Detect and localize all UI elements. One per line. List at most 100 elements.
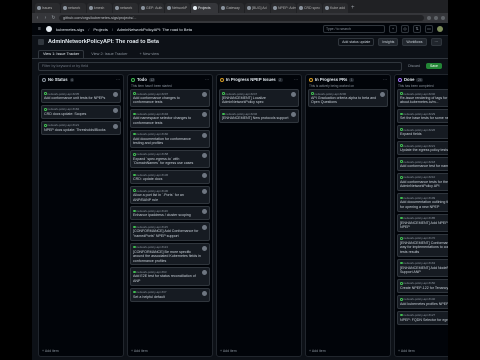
profile-icon[interactable]: [441, 16, 445, 20]
issue-card[interactable]: network-policy-api #113 [CONFORMANCE] Be …: [130, 242, 210, 266]
issue-card[interactable]: network-policy-api #37 Set a helpful defa…: [130, 287, 210, 302]
issue-card[interactable]: network-policy-api #199 Add documentation…: [397, 193, 448, 212]
card-title[interactable]: Update the egress policy tests: [400, 148, 448, 152]
issue-card[interactable]: network-policy-api #218 Add conformance t…: [397, 157, 448, 171]
issue-card[interactable]: network-policy-api #235 Add conformance u…: [41, 89, 121, 103]
browser-tab[interactable]: [BUG] Ad: [245, 3, 270, 13]
card-title[interactable]: [ENHANCEMENT] Add NodeRestrictions Suppo…: [400, 266, 448, 275]
issue-card[interactable]: network-policy-api #136 CRD: update docs: [130, 170, 210, 185]
browser-tab[interactable]: NPEP: Adm: [271, 3, 296, 13]
issue-card[interactable]: network-policy-api #170 [ENHANCEMENT] Con…: [397, 233, 448, 257]
issue-card[interactable]: network-policy-api #221 Update the egress…: [397, 141, 448, 156]
kebab-menu-icon[interactable]: ···: [205, 77, 209, 82]
issue-card[interactable]: network-policy-api #246 [ENHANCEMENT] New…: [219, 109, 299, 124]
browser-tab[interactable]: Kube add: [323, 3, 348, 13]
plus-icon[interactable]: +: [389, 25, 397, 33]
status-update-button[interactable]: Add status update: [338, 38, 375, 46]
card-title[interactable]: [ENHANCEMENT] New protocols support: [222, 116, 296, 120]
issue-card[interactable]: network-policy-api #240 Re-issue renderin…: [397, 89, 448, 108]
back-icon[interactable]: ‹: [35, 15, 40, 21]
card-title[interactable]: Re-issue rendering of tags for about.kub…: [400, 96, 448, 105]
browser-tab[interactable]: Projects: [191, 3, 218, 13]
issue-card[interactable]: network-policy-api #93 Add E2E test for s…: [130, 267, 210, 286]
card-title[interactable]: Add conformance tests for the AdminNetwo…: [400, 180, 448, 189]
kebab-menu-icon[interactable]: ···: [383, 77, 387, 82]
add-item-button[interactable]: + Add item: [220, 349, 237, 353]
issue-card[interactable]: network-policy-api #115 [CONFORMANCE] Add…: [130, 222, 210, 241]
issue-card[interactable]: network-policy-api #194 Add namespace sel…: [130, 109, 210, 128]
browser-tab[interactable]: NetworkP: [165, 3, 190, 13]
card-title[interactable]: Allow a port list in `.Ports` for an ANP…: [133, 193, 207, 202]
card-title[interactable]: API Graduation criteria alpha to beta an…: [311, 96, 385, 105]
issue-card[interactable]: network-policy-api #160 Add documentation…: [130, 129, 210, 148]
extension-icon[interactable]: [434, 16, 438, 20]
insights-button[interactable]: Insights: [378, 38, 399, 46]
card-title[interactable]: [ENHANCEMENT] Conformance: Easy way for …: [400, 241, 448, 254]
card-title[interactable]: CRD: update docs: [133, 177, 207, 181]
issue-card[interactable]: network-policy-api #226 Expand fields: [397, 125, 448, 140]
browser-tab[interactable]: Gateway: [219, 3, 244, 13]
issue-card[interactable]: network-policy-api #210 Add conformance t…: [397, 172, 448, 192]
card-title[interactable]: [CONFORMANCE] Be more specific around th…: [133, 250, 207, 263]
card-title[interactable]: Add documentation for conformance testin…: [133, 137, 207, 146]
extension-icon[interactable]: [427, 16, 431, 20]
browser-tab[interactable]: kmesh: [87, 3, 112, 13]
add-item-button[interactable]: + Add item: [131, 349, 148, 353]
filter-input[interactable]: Filter by keyword or by field: [38, 61, 403, 71]
card-title[interactable]: Expand `spec.egress.to` with `DomainName…: [133, 157, 207, 166]
issue-card[interactable]: network-policy-api #130 Allow a port list…: [130, 186, 210, 205]
card-title[interactable]: NPEP: FQDN Selector for egress: [400, 318, 448, 322]
kebab-menu-icon[interactable]: ···: [116, 77, 120, 82]
browser-tab[interactable]: network: [113, 3, 138, 13]
card-title[interactable]: Set the base tests for some netpol egres…: [400, 116, 448, 120]
forward-icon[interactable]: ›: [43, 15, 48, 21]
pull-request-icon[interactable]: ⇅: [413, 25, 421, 33]
card-title[interactable]: Add conformance changes to conformance t…: [133, 96, 207, 105]
browser-tab[interactable]: CRD spec: [297, 3, 322, 13]
add-item-button[interactable]: + Add item: [309, 349, 326, 353]
card-title[interactable]: Add namespace selector changes to confor…: [133, 116, 207, 125]
browser-tab[interactable]: GEP: Auth: [139, 3, 164, 13]
hamburger-icon[interactable]: ≡: [37, 26, 42, 32]
card-title[interactable]: Add kubernetes profiles NPEP: [400, 302, 448, 306]
issue-card[interactable]: network-policy-api #150 Create NPEP-122 f…: [397, 278, 448, 293]
card-title[interactable]: Create NPEP-122 for Tenancy API: [400, 286, 448, 290]
issue-card[interactable]: network-policy-api #163 [ENHANCEMENT] Add…: [397, 258, 448, 277]
workflows-button[interactable]: Workflows: [402, 38, 427, 46]
issue-card[interactable]: network-policy-api #158 Expand `spec.egre…: [130, 149, 210, 169]
browser-tab[interactable]: Issues: [35, 3, 60, 13]
card-title[interactable]: [CONFORMANCE] Add Conformance for "named…: [133, 229, 207, 238]
reload-icon[interactable]: ↻: [51, 15, 56, 21]
card-title[interactable]: NPEP docs update: Thresholds/Blocks: [44, 128, 118, 132]
tab-view[interactable]: + New view: [134, 50, 164, 58]
breadcrumb-section[interactable]: Projects: [93, 27, 107, 32]
save-button[interactable]: Save: [426, 63, 442, 69]
kebab-menu-icon[interactable]: ···: [294, 77, 298, 82]
tab-view[interactable]: View 1: Issue Tracker: [38, 50, 85, 58]
tab-view[interactable]: View 2: Issue Tracker: [86, 50, 132, 58]
browser-tab[interactable]: network: [61, 3, 86, 13]
kebab-menu-icon[interactable]: ···: [430, 38, 442, 46]
card-title[interactable]: [ENHANCEMENT] Localize AdminNetworkPolic…: [222, 96, 296, 105]
issues-icon[interactable]: ◎: [401, 25, 409, 33]
issue-card[interactable]: network-policy-api #229 Set the base test…: [397, 109, 448, 124]
card-title[interactable]: Add conformance test for namedPort: [400, 164, 448, 168]
issue-card[interactable]: network-policy-api #185 [ENHANCEMENT] Add…: [397, 213, 448, 232]
new-tab-icon[interactable]: +: [351, 5, 355, 11]
add-item-button[interactable]: + Add item: [42, 349, 59, 353]
issue-card[interactable]: network-policy-api #247 [ENHANCEMENT] Loc…: [219, 89, 299, 108]
github-logo-icon[interactable]: [46, 26, 52, 32]
card-title[interactable]: Add conformance unit tests for NPEPs: [44, 96, 118, 100]
issue-card[interactable]: network-policy-api #116 Enhance ipaddress…: [130, 206, 210, 221]
card-title[interactable]: CRD docs update: Scopes: [44, 112, 118, 116]
card-title[interactable]: Enhance ipaddress / cluster scoping: [133, 213, 207, 217]
breadcrumb-project[interactable]: AdminNetworkPolicyAPI: The road to Beta: [117, 27, 192, 32]
card-title[interactable]: Expand fields: [400, 132, 448, 136]
add-item-button[interactable]: + Add item: [398, 349, 415, 353]
card-title[interactable]: Set a helpful default: [133, 295, 207, 299]
issue-card[interactable]: network-policy-api #207 Add conformance c…: [130, 89, 210, 108]
issue-card[interactable]: network-policy-api #184 CRD docs update: …: [41, 104, 121, 119]
search-input[interactable]: Type / to search: [323, 25, 385, 33]
issue-card[interactable]: network-policy-api #200 API Graduation cr…: [308, 89, 388, 108]
inbox-icon[interactable]: ▭: [425, 25, 433, 33]
